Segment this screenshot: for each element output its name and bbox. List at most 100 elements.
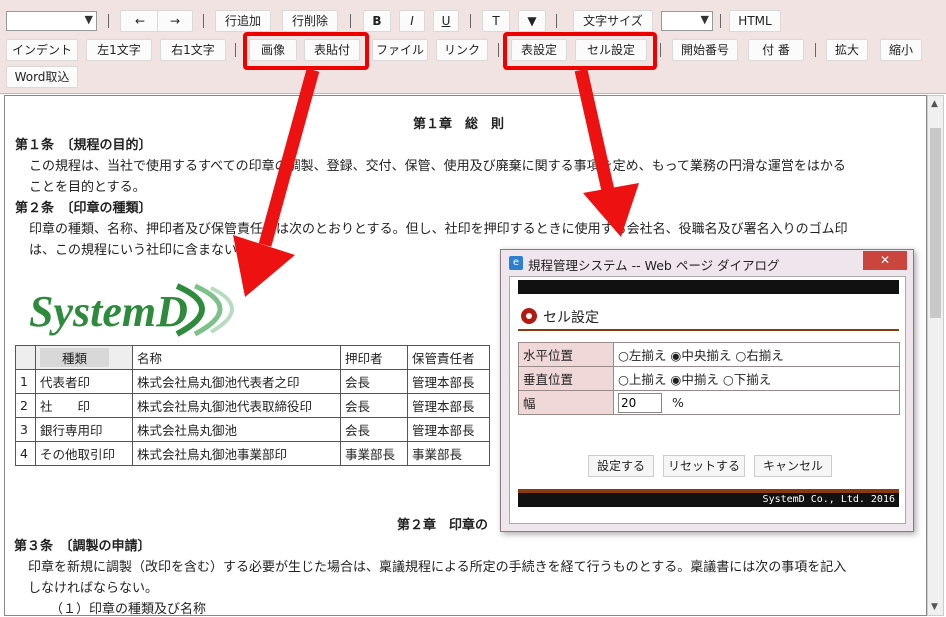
dialog-header-bar — [518, 280, 899, 294]
scroll-up-icon[interactable]: ▲ — [931, 99, 938, 109]
table-cell[interactable]: 1 — [15, 369, 36, 394]
table-cell[interactable]: 管理本部長 — [407, 369, 490, 394]
scroll-down-icon[interactable]: ▼ — [931, 602, 938, 612]
paragraph-line: ことを目的とする。 — [29, 180, 146, 195]
width-unit: % — [671, 394, 684, 410]
cell-settings-dialog: e 規程管理システム -- Web ページ ダイアログ ✕ セル設定 水平位置 … — [500, 249, 914, 532]
table-header-cell — [15, 345, 36, 370]
table-cell[interactable]: 会長 — [340, 417, 408, 442]
heading-underline — [518, 329, 899, 331]
red-arrow-to-image — [233, 68, 320, 297]
format-select[interactable]: ▼ — [6, 11, 97, 31]
table-cell[interactable]: 株式会社鳥丸御池事業部印 — [132, 441, 341, 466]
separator — [498, 43, 499, 57]
width-input[interactable] — [618, 392, 662, 413]
radio-top[interactable]: ○上揃え — [618, 372, 666, 387]
vertical-scrollbar[interactable]: ▲ ▼ — [927, 95, 944, 616]
link-button[interactable]: リンク — [436, 39, 488, 61]
table-row: 1 代表者印 株式会社鳥丸御池代表者之印 会長 管理本部長 — [15, 369, 490, 394]
arrow-head — [583, 183, 639, 237]
radio-empty-icon: ○ — [618, 348, 629, 363]
paragraph-line: この規程は、当社で使用するすべての印章の調製、登録、交付、保管、使用及び廃棄に関… — [29, 159, 846, 174]
table-cell[interactable]: 社 印 — [35, 393, 133, 418]
radio-middle[interactable]: ◉中揃え — [670, 372, 718, 387]
zoom-in-button[interactable]: 拡大 — [826, 39, 868, 61]
table-cell[interactable]: 事業部長 — [340, 441, 408, 466]
editor-toolbar: ▼ ← → 行追加 行削除 B I U T ▼ 文字サイズ ▼ HTML インデ… — [0, 0, 946, 94]
right-one-char-button[interactable]: 右1文字 — [160, 39, 226, 61]
indent-button[interactable]: インデント — [6, 39, 78, 61]
table-cell[interactable]: 株式会社鳥丸御池代表者之印 — [132, 369, 341, 394]
logo-wordmark: SystemD — [29, 287, 188, 336]
table-cell[interactable]: その他取引印 — [35, 441, 133, 466]
paragraph-line: 印章を新規に調製（改印を含む）する必要が生じた場合は、稟議規程による所定の手続き… — [28, 560, 847, 575]
table-cell[interactable]: 会長 — [340, 369, 408, 394]
left-one-char-button[interactable]: 左1文字 — [86, 39, 152, 61]
radio-right[interactable]: ○右揃え — [735, 348, 783, 363]
arrow-shaft — [574, 68, 616, 197]
separator — [470, 14, 471, 28]
font-size-select[interactable]: ▼ — [661, 11, 713, 31]
zoom-out-button[interactable]: 縮小 — [880, 39, 922, 61]
font-size-button[interactable]: 文字サイズ — [573, 10, 653, 32]
table-cell[interactable]: 管理本部長 — [407, 393, 490, 418]
bold-button[interactable]: B — [363, 10, 391, 32]
table-cell[interactable]: 2 — [15, 393, 36, 418]
cell-settings-form: 水平位置 ○左揃え ◉中央揃え ○右揃え 垂直位置 ○上揃え ◉中揃え ○下揃え… — [518, 342, 900, 415]
record-icon — [521, 308, 537, 324]
set-button[interactable]: 設定する — [588, 455, 654, 477]
scrollbar-thumb[interactable] — [930, 128, 941, 318]
radio-bottom[interactable]: ○下揃え — [723, 372, 771, 387]
table-header-cell: 保管責任者 — [407, 345, 490, 370]
html-button[interactable]: HTML — [729, 10, 781, 32]
italic-button[interactable]: I — [399, 10, 425, 32]
table-cell[interactable]: 3 — [15, 417, 36, 442]
start-number-button[interactable]: 開始番号 — [672, 39, 738, 61]
color-menu-button[interactable]: ▼ — [518, 10, 546, 32]
table-header-cell: 押印者 — [340, 345, 408, 370]
add-row-button[interactable]: 行追加 — [215, 10, 271, 32]
table-cell[interactable]: 代表者印 — [35, 369, 133, 394]
table-cell[interactable]: 4 — [15, 441, 36, 466]
table-cell[interactable]: 銀行専用印 — [35, 417, 133, 442]
underline-button[interactable]: U — [433, 10, 459, 32]
table-cell[interactable]: 管理本部長 — [407, 417, 490, 442]
text-color-button[interactable]: T — [482, 10, 510, 32]
separator — [815, 43, 816, 57]
radio-center[interactable]: ◉中央揃え — [670, 348, 731, 363]
ie-icon: e — [509, 256, 523, 270]
table-cell[interactable]: 株式会社鳥丸御池 — [132, 417, 341, 442]
red-arrow-to-dialog — [574, 68, 639, 237]
dialog-heading: セル設定 — [543, 310, 599, 326]
radio-empty-icon: ○ — [735, 348, 747, 363]
reset-button[interactable]: リセットする — [663, 455, 745, 477]
next-button[interactable]: → — [157, 10, 193, 32]
prev-button[interactable]: ← — [120, 10, 160, 32]
table-row: 2 社 印 株式会社鳥丸御池代表取締役印 会長 管理本部長 — [15, 393, 490, 418]
table-cell[interactable]: 株式会社鳥丸御池代表取締役印 — [132, 393, 341, 418]
dialog-title: 規程管理システム -- Web ページ ダイアログ — [528, 258, 780, 273]
table-cell[interactable]: 会長 — [340, 393, 408, 418]
chevron-down-icon: ▼ — [700, 13, 709, 26]
numbering-button[interactable]: 付 番 — [748, 39, 804, 61]
vertical-position-label: 垂直位置 — [518, 366, 614, 391]
table-cell[interactable]: 事業部長 — [407, 441, 490, 466]
cancel-button[interactable]: キャンセル — [754, 455, 832, 477]
radio-left[interactable]: ○左揃え — [618, 348, 666, 363]
paragraph-line: しなければならない。 — [28, 581, 159, 596]
table-row: 3 銀行専用印 株式会社鳥丸御池 会長 管理本部長 — [15, 417, 490, 442]
delete-row-button[interactable]: 行削除 — [282, 10, 338, 32]
file-button[interactable]: ファイル — [372, 39, 428, 61]
article-title: 第１条 〔規程の目的〕 — [15, 138, 152, 153]
width-field-cell: % — [613, 390, 900, 415]
table-row: 4 その他取引印 株式会社鳥丸御池事業部印 事業部長 事業部長 — [15, 441, 490, 466]
article-title: 第２条 〔印章の種類〕 — [15, 201, 152, 216]
separator — [660, 43, 661, 57]
list-item: （１）印章の種類及び名称 — [50, 602, 207, 617]
word-import-button[interactable]: Word取込 — [6, 66, 78, 88]
close-button[interactable]: ✕ — [863, 251, 907, 270]
paragraph-line: は、この規程にいう社印に含まない。 — [29, 243, 251, 258]
separator — [556, 14, 557, 28]
horizontal-position-options: ○左揃え ◉中央揃え ○右揃え — [613, 342, 900, 367]
paragraph-line: 印章の種類、名称、押印者及び保管責任者は次のとおりとする。但し、社印を押印すると… — [29, 222, 848, 237]
